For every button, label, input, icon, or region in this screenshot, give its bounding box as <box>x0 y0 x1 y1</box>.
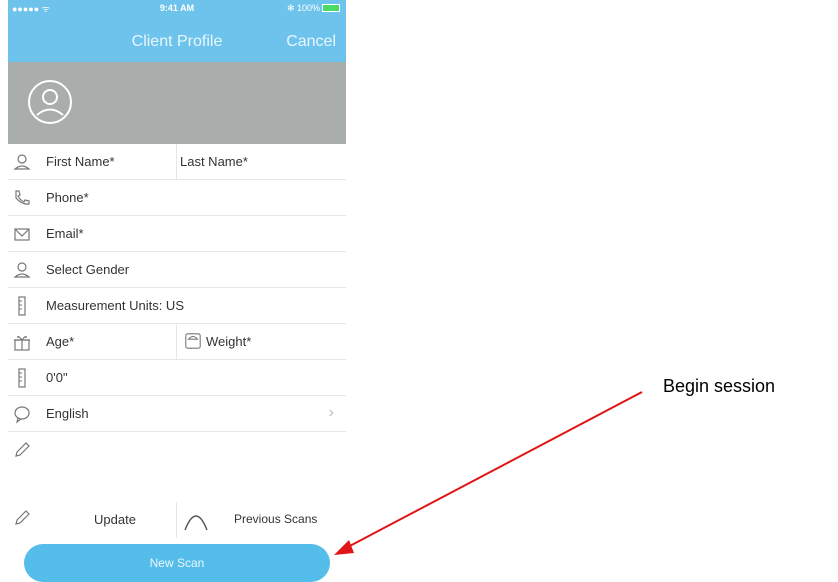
language-row[interactable]: English › <box>8 396 346 432</box>
phone-field[interactable]: Phone* <box>46 190 89 205</box>
email-field[interactable]: Email* <box>46 226 84 241</box>
height-field[interactable]: 0'0" <box>46 370 68 385</box>
divider <box>176 144 177 180</box>
weight-field[interactable]: Weight* <box>206 334 251 349</box>
battery-icon <box>322 4 340 12</box>
phone-screen: ●●●●● ᯤ 9:41 AM ✻ 100% Client Profile Ca… <box>8 0 346 582</box>
status-bar: ●●●●● ᯤ 9:41 AM ✻ 100% <box>8 0 346 16</box>
person-icon <box>13 262 31 278</box>
new-scan-button[interactable]: New Scan <box>24 544 330 582</box>
divider <box>176 324 177 360</box>
gift-icon <box>14 335 30 351</box>
cancel-button[interactable]: Cancel <box>286 33 336 51</box>
speech-bubble-icon <box>14 406 30 424</box>
phone-icon <box>15 190 30 205</box>
avatar-band <box>8 62 346 144</box>
ruler-icon <box>18 296 26 316</box>
scale-icon <box>185 333 201 349</box>
last-name-field[interactable]: Last Name* <box>180 154 248 169</box>
battery-text: ✻ 100% <box>286 3 320 13</box>
chevron-right-icon: › <box>328 404 334 421</box>
action-row: Update Previous Scans <box>8 502 346 538</box>
email-row[interactable]: Email* <box>8 216 346 252</box>
age-weight-row: Age* Weight* <box>8 324 346 360</box>
age-field[interactable]: Age* <box>46 334 74 349</box>
person-icon <box>13 154 31 170</box>
annotation-label: Begin session <box>663 376 776 396</box>
language-select[interactable]: English <box>46 406 89 421</box>
pencil-icon <box>15 510 30 525</box>
previous-scans-button[interactable]: Previous Scans <box>234 512 317 526</box>
name-row: First Name* Last Name* <box>8 144 346 180</box>
first-name-field[interactable]: First Name* <box>46 154 115 169</box>
units-select[interactable]: Measurement Units: US <box>46 298 184 313</box>
height-row[interactable]: 0'0" <box>8 360 346 396</box>
ruler-icon <box>18 368 26 388</box>
avatar-icon[interactable] <box>26 78 74 126</box>
pencil-icon[interactable] <box>12 440 32 460</box>
top-bar: ●●●●● ᯤ 9:41 AM ✻ 100% Client Profile Ca… <box>8 0 346 62</box>
update-button[interactable]: Update <box>94 512 136 527</box>
phone-row[interactable]: Phone* <box>8 180 346 216</box>
gender-row[interactable]: Select Gender <box>8 252 346 288</box>
scan-arch-icon <box>184 515 208 531</box>
mail-icon <box>14 228 30 241</box>
gender-select[interactable]: Select Gender <box>46 262 129 277</box>
divider <box>176 502 177 538</box>
units-row[interactable]: Measurement Units: US <box>8 288 346 324</box>
